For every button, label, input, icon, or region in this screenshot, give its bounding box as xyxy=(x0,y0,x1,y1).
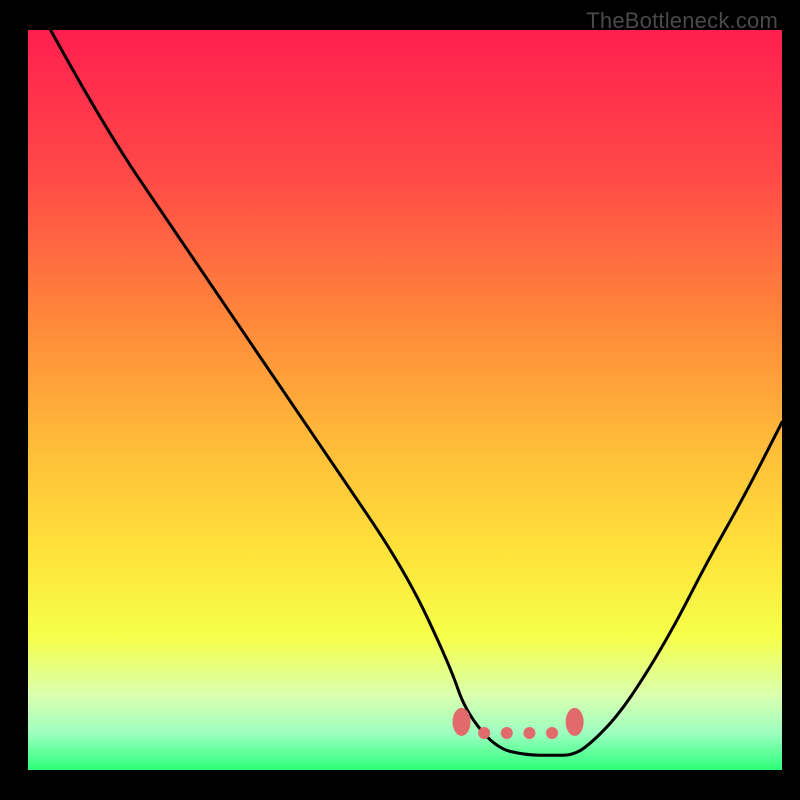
plateau-dot xyxy=(523,727,535,739)
plateau-end-marker xyxy=(453,708,471,736)
plateau-dot xyxy=(478,727,490,739)
bottleneck-chart xyxy=(0,0,800,800)
chart-svg xyxy=(0,0,800,800)
plateau-dot xyxy=(501,727,513,739)
plateau-end-marker xyxy=(566,708,584,736)
plateau-dot xyxy=(546,727,558,739)
watermark-text: TheBottleneck.com xyxy=(586,8,778,34)
chart-gradient-area xyxy=(28,30,782,770)
